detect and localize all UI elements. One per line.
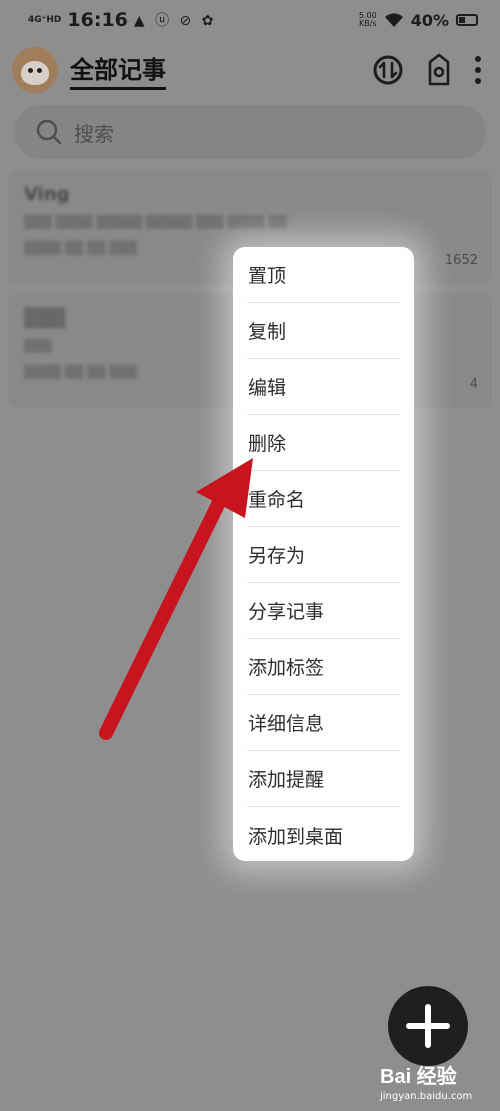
avatar-eye-left [28, 68, 33, 73]
menu-item-copy[interactable]: 复制 [247, 303, 400, 359]
sort-icon [373, 55, 403, 85]
menu-item-details[interactable]: 详细信息 [247, 695, 400, 751]
search-icon [36, 119, 62, 145]
more-vertical-icon [475, 56, 481, 84]
menu-item-pin[interactable]: 置顶 [247, 247, 400, 303]
watermark-brand: Bai 经验 [380, 1066, 457, 1088]
avatar[interactable] [12, 47, 58, 93]
menu-item-save-as[interactable]: 另存为 [247, 527, 400, 583]
menu-item-delete[interactable]: 删除 [247, 415, 400, 471]
gear-tag-icon [428, 53, 450, 86]
note-title: Ving [24, 184, 70, 205]
page-title[interactable]: 全部记事 [70, 50, 166, 90]
app-header: 全部记事 [0, 40, 500, 100]
search-bar[interactable]: 搜索 [14, 105, 486, 159]
battery-icon [456, 14, 478, 26]
notification-icons: ▲ ⓤ ⊘ ✿ [133, 13, 217, 29]
battery-percent: 40% [410, 10, 449, 30]
wifi-icon [384, 13, 403, 27]
clock: 16:16 [67, 9, 128, 31]
search-input[interactable]: 搜索 [74, 118, 114, 147]
avatar-face [21, 61, 49, 85]
network-speed: 5.00 KB/s [359, 12, 377, 28]
more-options-button[interactable] [474, 55, 482, 85]
menu-item-add-to-desktop[interactable]: 添加到桌面 [247, 807, 400, 863]
note-char-count: 1652 [444, 253, 478, 268]
status-bar: 4G⁺HD 16:16 ▲ ⓤ ⊘ ✿ 5.00 KB/s 40% [0, 0, 500, 40]
baidu-watermark: Bai 经验 jingyan.baidu.com [380, 1060, 495, 1108]
status-left: 4G⁺HD 16:16 ▲ ⓤ ⊘ ✿ [28, 9, 216, 31]
menu-item-add-reminder[interactable]: 添加提醒 [247, 751, 400, 807]
settings-button[interactable] [426, 53, 452, 87]
avatar-eye-right [37, 68, 42, 73]
sort-button[interactable] [372, 54, 404, 86]
status-right: 5.00 KB/s 40% [359, 11, 478, 30]
plus-icon [406, 1004, 450, 1048]
note-char-count: 4 [469, 377, 478, 392]
battery-level-fill [459, 17, 466, 23]
header-actions [372, 53, 482, 87]
context-menu: 置顶 复制 编辑 删除 重命名 另存为 分享记事 添加标签 详细信息 添加提醒 … [233, 247, 414, 861]
note-preview: ▒▒▒ ▒▒▒▒ ▒▒▒▒▒ ▒▒▒▒▒ ▒▒▒ ▒▒▒▒ ▒▒ [24, 215, 287, 229]
menu-item-rename[interactable]: 重命名 [247, 471, 400, 527]
speed-unit: KB/s [358, 19, 377, 28]
menu-item-share[interactable]: 分享记事 [247, 583, 400, 639]
menu-item-add-tag[interactable]: 添加标签 [247, 639, 400, 695]
menu-item-edit[interactable]: 编辑 [247, 359, 400, 415]
watermark-url: jingyan.baidu.com [380, 1091, 473, 1102]
network-indicator: 4G⁺HD [28, 14, 62, 25]
add-note-button[interactable] [388, 986, 468, 1066]
